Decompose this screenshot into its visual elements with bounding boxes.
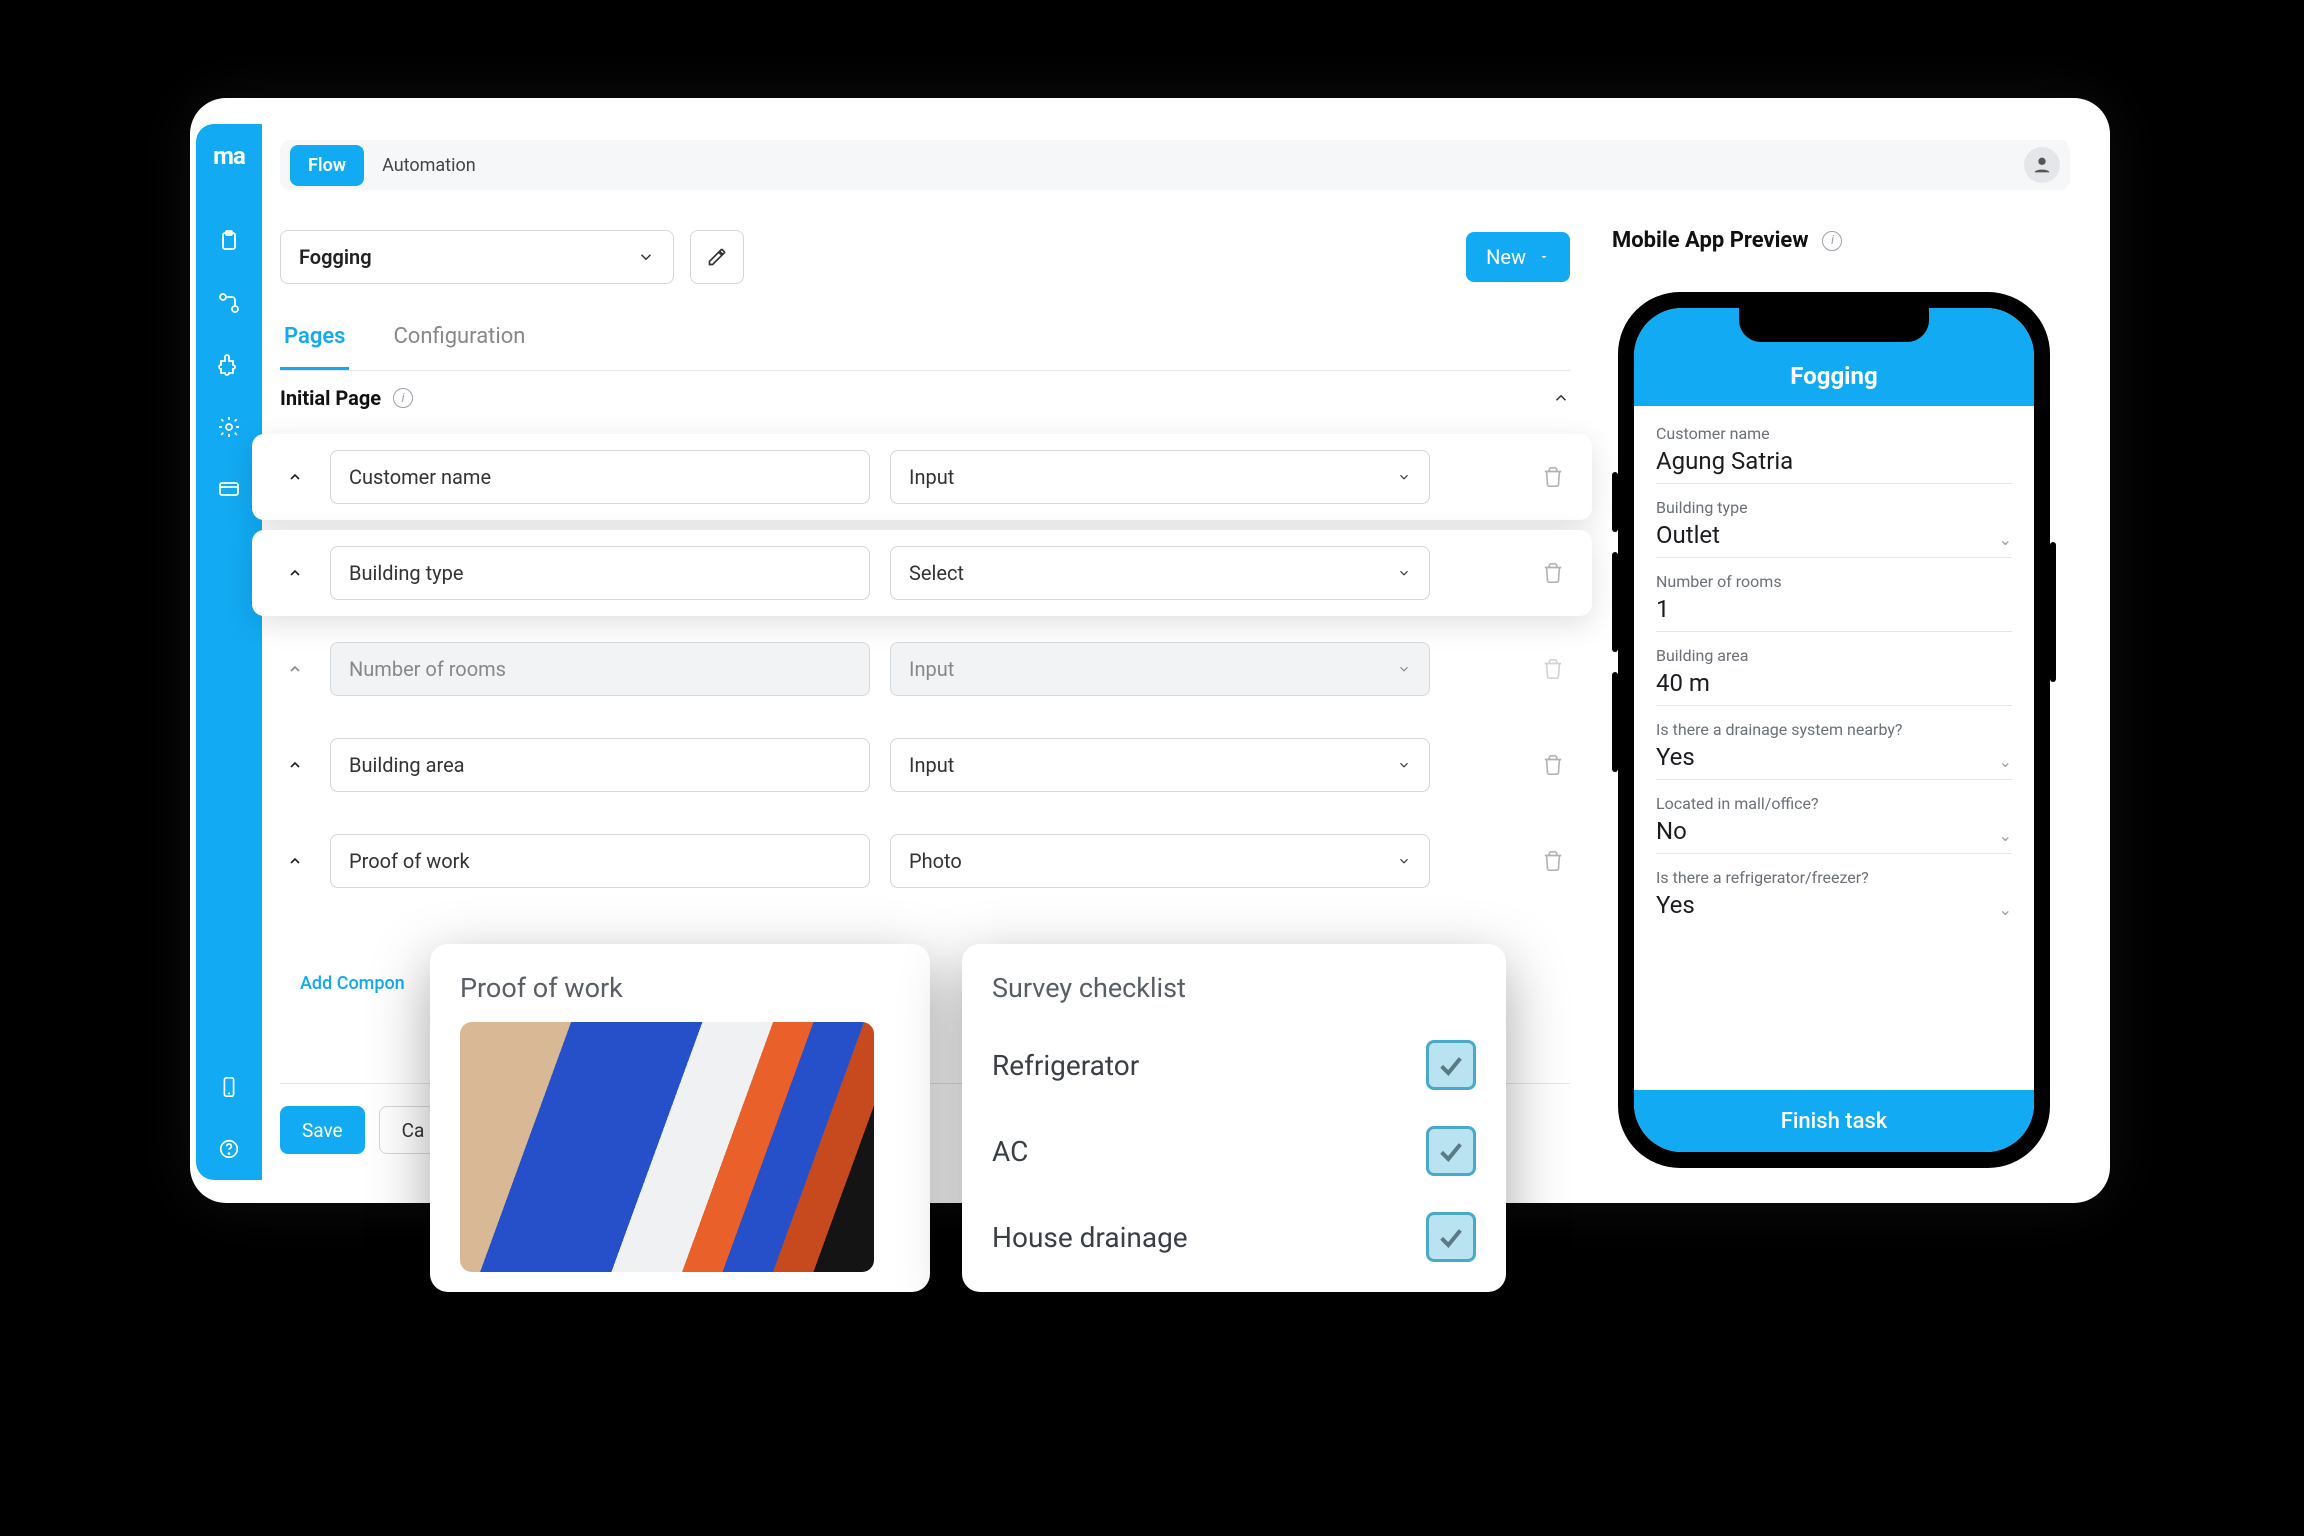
preview-title: Mobile App Preview [1612,228,1808,253]
phone-field[interactable]: Located in mall/office? No⌄ [1656,794,2012,854]
user-avatar[interactable] [2024,147,2060,183]
new-button[interactable]: New [1466,232,1570,282]
caret-down-icon [1538,251,1550,263]
chevron-up-icon[interactable] [280,469,310,485]
field-name-input[interactable]: Building type [330,546,870,600]
field-type-select[interactable]: Photo [890,834,1430,888]
checklist-item: House drainage [992,1194,1476,1280]
trash-icon[interactable] [1542,658,1564,680]
chevron-up-icon[interactable] [280,853,310,869]
chevron-down-icon: ⌄ [1999,752,2012,771]
gear-icon[interactable] [212,410,246,444]
field-type-select[interactable]: Input [890,642,1430,696]
popover-title: Proof of work [460,972,900,1004]
chevron-down-icon [637,248,655,266]
tab-automation[interactable]: Automation [364,145,494,186]
chevron-down-icon: ⌄ [1999,530,2012,549]
phone-icon[interactable] [212,1070,246,1104]
popover-title: Survey checklist [992,972,1476,1004]
checkbox-checked[interactable] [1426,1126,1476,1176]
phone-mockup: Fogging Customer name Agung Satria Build… [1618,292,2050,1168]
new-label: New [1486,245,1526,269]
workflow-select[interactable]: Fogging [280,230,674,284]
proof-photo [460,1022,874,1272]
field-type-select[interactable]: Input [890,738,1430,792]
info-icon[interactable]: i [1822,231,1842,251]
finish-task-button[interactable]: Finish task [1634,1090,2034,1152]
subtabs: Pages Configuration [280,306,1570,371]
trash-icon[interactable] [1542,850,1564,872]
chevron-down-icon [1397,758,1411,772]
topbar: Flow Automation [280,140,2070,190]
field-row[interactable]: Number of rooms Input [252,626,1592,712]
toolbar: Fogging New [280,228,1570,286]
field-row[interactable]: Customer name Input [252,434,1592,520]
checkbox-checked[interactable] [1426,1040,1476,1090]
subtab-configuration[interactable]: Configuration [389,306,529,370]
phone-field[interactable]: Is there a refrigerator/freezer? Yes⌄ [1656,868,2012,927]
field-type-select[interactable]: Select [890,546,1430,600]
chevron-down-icon: ⌄ [1999,900,2012,919]
checklist-item: Refrigerator [992,1022,1476,1108]
field-name-input[interactable]: Number of rooms [330,642,870,696]
save-button[interactable]: Save [280,1106,365,1154]
clipboard-icon[interactable] [212,224,246,258]
workflow-icon[interactable] [212,286,246,320]
collapse-icon[interactable] [1552,389,1570,407]
logo: ma [213,142,245,170]
add-component-link[interactable]: Add Compon [300,973,405,994]
field-name-input[interactable]: Building area [330,738,870,792]
chevron-down-icon [1397,470,1411,484]
chevron-down-icon: ⌄ [1999,826,2012,845]
puzzle-icon[interactable] [212,348,246,382]
section-header: Initial Page i [280,386,1570,410]
subtab-pages[interactable]: Pages [280,306,349,370]
info-icon[interactable]: i [393,388,413,408]
checklist-item: AC [992,1108,1476,1194]
chevron-down-icon [1397,662,1411,676]
tab-flow[interactable]: Flow [290,145,364,186]
field-row[interactable]: Building area Input [252,722,1592,808]
phone-notch [1739,308,1929,342]
survey-checklist-popover: Survey checklist Refrigerator AC House d… [962,944,1506,1292]
phone-field: Number of rooms 1 [1656,572,2012,632]
phone-field: Building area 40 m [1656,646,2012,706]
field-type-select[interactable]: Input [890,450,1430,504]
field-name-input[interactable]: Proof of work [330,834,870,888]
chevron-up-icon[interactable] [280,661,310,677]
proof-of-work-popover: Proof of work [430,944,930,1292]
card-icon[interactable] [212,472,246,506]
phone-field[interactable]: Building type Outlet⌄ [1656,498,2012,558]
preview-panel: Mobile App Preview i [1612,228,2062,277]
trash-icon[interactable] [1542,466,1564,488]
chevron-up-icon[interactable] [280,757,310,773]
chevron-up-icon[interactable] [280,565,310,581]
help-icon[interactable] [212,1132,246,1166]
trash-icon[interactable] [1542,754,1564,776]
edit-button[interactable] [690,230,744,284]
field-row[interactable]: Proof of work Photo [252,818,1592,904]
chevron-down-icon [1397,566,1411,580]
chevron-down-icon [1397,854,1411,868]
workflow-name: Fogging [299,245,372,269]
trash-icon[interactable] [1542,562,1564,584]
field-name-input[interactable]: Customer name [330,450,870,504]
phone-field: Customer name Agung Satria [1656,424,2012,484]
field-row[interactable]: Building type Select [252,530,1592,616]
field-rows: Customer name Input Building type Select… [252,434,1592,914]
checkbox-checked[interactable] [1426,1212,1476,1262]
phone-field[interactable]: Is there a drainage system nearby? Yes⌄ [1656,720,2012,780]
pencil-icon [707,247,727,267]
section-title: Initial Page [280,386,381,410]
phone-title: Fogging [1790,362,1877,390]
phone-body: Customer name Agung Satria Building type… [1634,406,2034,927]
